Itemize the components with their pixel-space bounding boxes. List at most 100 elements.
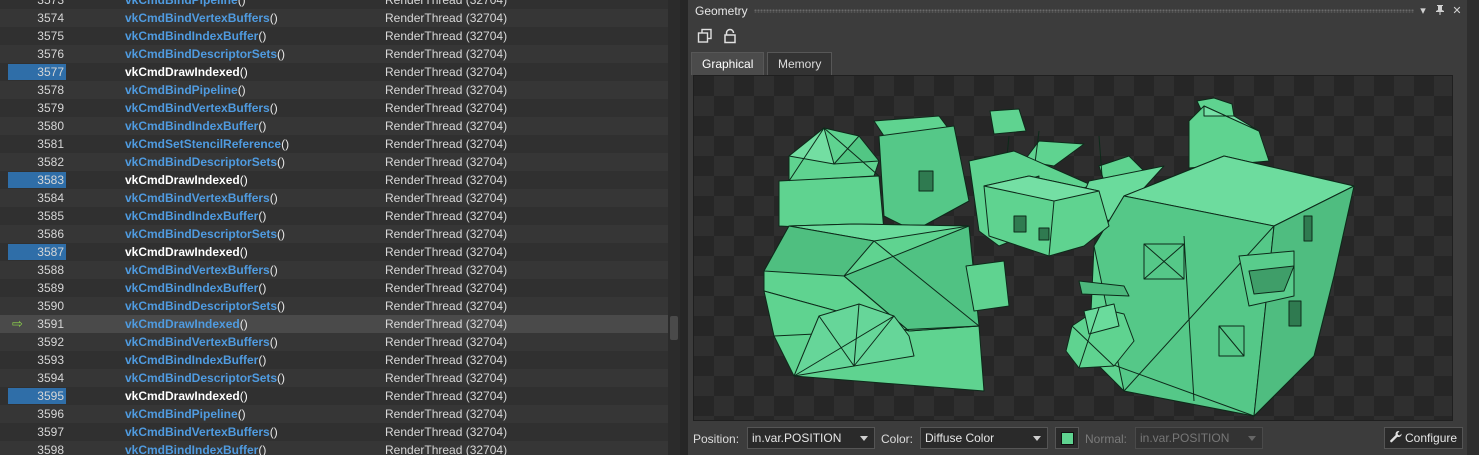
event-row[interactable]: 3592 vkCmdBindVertexBuffers() RenderThread…	[0, 333, 668, 351]
event-function-name: vkCmdBindVertexBuffers()	[125, 333, 278, 351]
dropdown-icon[interactable]: ▾	[1416, 4, 1430, 18]
event-thread: RenderThread (32704)	[385, 227, 508, 241]
mesh-viewport[interactable]	[693, 75, 1453, 421]
configure-label: Configure	[1405, 431, 1458, 445]
api-call-list: 3573 vkCmdBindPipeline() RenderThread (327…	[0, 0, 680, 455]
event-row[interactable]: 3589 vkCmdBindIndexBuffer() RenderThread (…	[0, 279, 668, 297]
color-swatch	[1061, 432, 1074, 445]
event-row[interactable]: 3595 vkCmdDrawIndexed() RenderThread (3270…	[0, 387, 668, 405]
event-row[interactable]: 3598 vkCmdBindIndexBuffer() RenderThread (…	[0, 441, 668, 455]
tab-memory[interactable]: Memory	[767, 52, 833, 75]
function-parens: ()	[237, 0, 246, 7]
event-row[interactable]: 3582 vkCmdBindDescriptorSets() RenderThrea…	[0, 153, 668, 171]
event-row[interactable]: 3576 vkCmdBindDescriptorSets() RenderThrea…	[0, 45, 668, 63]
event-function-name: vkCmdBindDescriptorSets()	[125, 297, 285, 315]
event-row[interactable]: 3587 vkCmdDrawIndexed() RenderThread (3270…	[0, 243, 668, 261]
event-row[interactable]: 3590 vkCmdBindDescriptorSets() RenderThrea…	[0, 297, 668, 315]
event-row[interactable]: 3577 vkCmdDrawIndexed() RenderThread (3270…	[0, 63, 668, 81]
event-id: 3594	[37, 371, 64, 385]
panel-title: Geometry	[695, 4, 748, 18]
event-function-name: vkCmdBindIndexBuffer()	[125, 279, 266, 297]
function-parens: ()	[269, 335, 278, 349]
function-parens: ()	[237, 407, 246, 421]
event-thread: RenderThread (32704)	[385, 155, 508, 169]
copy-icon[interactable]	[697, 28, 715, 46]
function-parens: ()	[277, 155, 286, 169]
event-row[interactable]: 3583 vkCmdDrawIndexed() RenderThread (3270…	[0, 171, 668, 189]
function-parens: ()	[258, 119, 267, 133]
event-row[interactable]: 3581 vkCmdSetStencilReference() RenderThre…	[0, 135, 668, 153]
function-name-text: vkCmdDrawIndexed	[125, 245, 240, 259]
event-function-name: vkCmdBindIndexBuffer()	[125, 117, 266, 135]
event-thread: RenderThread (32704)	[385, 137, 508, 151]
event-row[interactable]: 3588 vkCmdBindVertexBuffers() RenderThread…	[0, 261, 668, 279]
function-name-text: vkCmdBindVertexBuffers	[125, 425, 270, 439]
function-parens: ()	[239, 173, 248, 187]
close-icon[interactable]: ✕	[1450, 4, 1464, 18]
event-function-name: vkCmdBindVertexBuffers()	[125, 423, 278, 441]
normal-select[interactable]: in.var.POSITION	[1135, 427, 1263, 449]
event-function-name: vkCmdBindDescriptorSets()	[125, 45, 285, 63]
event-thread: RenderThread (32704)	[385, 191, 508, 205]
event-function-name: vkCmdSetStencilReference()	[125, 135, 289, 153]
color-swatch-button[interactable]	[1055, 427, 1079, 449]
color-select[interactable]: Diffuse Color	[920, 427, 1048, 449]
event-thread: RenderThread (32704)	[385, 335, 508, 349]
event-row[interactable]: 3586 vkCmdBindDescriptorSets() RenderThrea…	[0, 225, 668, 243]
event-thread: RenderThread (32704)	[385, 83, 508, 97]
function-parens: ()	[239, 65, 248, 79]
event-thread: RenderThread (32704)	[385, 119, 508, 133]
event-row[interactable]: 3593 vkCmdBindIndexBuffer() RenderThread (…	[0, 351, 668, 369]
event-row[interactable]: 3573 vkCmdBindPipeline() RenderThread (327…	[0, 0, 668, 9]
panel-scrollbar[interactable]	[1467, 0, 1479, 455]
chevron-down-icon	[1033, 436, 1041, 441]
lock-icon[interactable]	[722, 28, 740, 46]
event-function-name: vkCmdBindDescriptorSets()	[125, 225, 285, 243]
call-list-scrollbar[interactable]	[668, 0, 680, 455]
event-function-name: vkCmdBindPipeline()	[125, 405, 246, 423]
event-thread: RenderThread (32704)	[385, 371, 508, 385]
function-parens: ()	[239, 245, 248, 259]
event-thread: RenderThread (32704)	[385, 101, 508, 115]
function-parens: ()	[269, 101, 278, 115]
event-function-name: vkCmdBindPipeline()	[125, 0, 246, 9]
function-parens: ()	[258, 281, 267, 295]
event-function-name: vkCmdBindVertexBuffers()	[125, 99, 278, 117]
normal-label: Normal:	[1085, 432, 1128, 446]
position-select[interactable]: in.var.POSITION	[747, 427, 875, 449]
tab-graphical[interactable]: Graphical	[691, 52, 765, 75]
event-thread: RenderThread (32704)	[385, 245, 508, 259]
panel-splitter[interactable]	[680, 0, 688, 455]
function-parens: ()	[258, 353, 267, 367]
event-thread: RenderThread (32704)	[385, 389, 508, 403]
event-row[interactable]: 3580 vkCmdBindIndexBuffer() RenderThread (…	[0, 117, 668, 135]
function-name-text: vkCmdBindIndexBuffer	[125, 29, 259, 43]
function-name-text: vkCmdBindPipeline	[125, 407, 238, 421]
event-row[interactable]: 3575 vkCmdBindIndexBuffer() RenderThread (…	[0, 27, 668, 45]
scrollbar-thumb[interactable]	[670, 316, 678, 340]
event-id: 3587	[37, 245, 64, 259]
position-label: Position:	[693, 432, 740, 446]
function-name-text: vkCmdDrawIndexed	[125, 317, 240, 331]
event-row[interactable]: 3585 vkCmdBindIndexBuffer() RenderThread (…	[0, 207, 668, 225]
event-row[interactable]: ⇨ 3591 vkCmdDrawIndexed() RenderThread (327…	[0, 315, 668, 333]
configure-button[interactable]: Configure	[1384, 427, 1463, 449]
function-parens: ()	[237, 83, 246, 97]
function-name-text: vkCmdBindVertexBuffers	[125, 101, 270, 115]
event-row[interactable]: 3578 vkCmdBindPipeline() RenderThread (327…	[0, 81, 668, 99]
event-thread: RenderThread (32704)	[385, 443, 508, 455]
event-row[interactable]: 3597 vkCmdBindVertexBuffers() RenderThread…	[0, 423, 668, 441]
function-parens: ()	[269, 263, 278, 277]
function-name-text: vkCmdBindIndexBuffer	[125, 353, 259, 367]
event-function-name: vkCmdBindIndexBuffer()	[125, 27, 266, 45]
event-row[interactable]: 3574 vkCmdBindVertexBuffers() RenderThread…	[0, 9, 668, 27]
event-row[interactable]: 3596 vkCmdBindPipeline() RenderThread (327…	[0, 405, 668, 423]
event-row[interactable]: 3584 vkCmdBindVertexBuffers() RenderThread…	[0, 189, 668, 207]
event-row[interactable]: 3579 vkCmdBindVertexBuffers() RenderThread…	[0, 99, 668, 117]
pin-icon[interactable]	[1433, 4, 1447, 18]
function-name-text: vkCmdDrawIndexed	[125, 389, 240, 403]
event-function-name: vkCmdDrawIndexed()	[125, 243, 248, 261]
event-row[interactable]: 3594 vkCmdBindDescriptorSets() RenderThrea…	[0, 369, 668, 387]
function-name-text: vkCmdSetStencilReference	[125, 137, 282, 151]
function-parens: ()	[258, 443, 267, 455]
